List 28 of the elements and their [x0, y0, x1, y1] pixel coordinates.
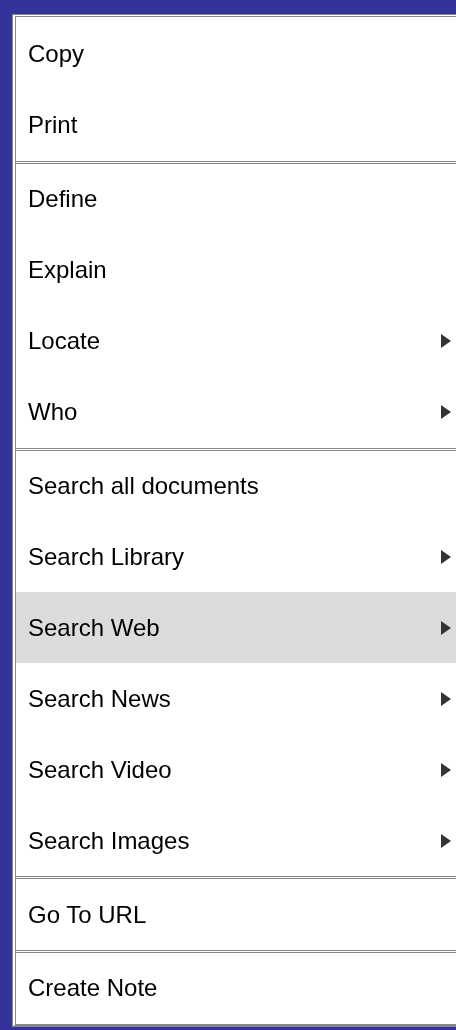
menu-item-label: Go To URL	[28, 900, 147, 929]
menu-item[interactable]: Locate	[16, 305, 456, 377]
menu-item[interactable]: Print	[16, 89, 456, 161]
menu-item-label: Search Images	[28, 826, 190, 855]
menu-item-label: Search Web	[28, 613, 160, 642]
menu-item-label: Search News	[28, 684, 171, 713]
menu-item[interactable]: Copy	[16, 19, 456, 90]
menu-item[interactable]: Create Note	[16, 953, 456, 1024]
menu-item[interactable]: Who	[16, 376, 456, 448]
menu-item[interactable]: Go To URL	[16, 879, 456, 950]
menu-item[interactable]: Search Library	[16, 521, 456, 593]
menu-item-label: Explain	[28, 256, 107, 285]
menu-item[interactable]: Define	[16, 163, 456, 235]
menu-item-label: Locate	[28, 327, 101, 356]
menu-item-label: Search Video	[28, 755, 172, 784]
menu-item-label: Search all documents	[28, 472, 259, 500]
menu-item[interactable]: Search Images	[16, 805, 456, 877]
menu-item[interactable]: Search Web	[16, 592, 456, 664]
menu-item-label: Define	[28, 185, 98, 214]
menu-item[interactable]: Search all documents	[16, 450, 456, 522]
menu-item[interactable]: Search News	[16, 663, 456, 735]
menu-item-label: Create Note	[28, 974, 158, 1003]
menu-item-label: Print	[28, 111, 78, 140]
menu-item-label: Who	[28, 398, 78, 427]
menu-item-label: Search Library	[28, 542, 185, 571]
menu-item[interactable]: Explain	[16, 234, 456, 306]
menu-item-label: Copy	[28, 40, 85, 69]
menu-item[interactable]: Search Video	[16, 734, 456, 806]
